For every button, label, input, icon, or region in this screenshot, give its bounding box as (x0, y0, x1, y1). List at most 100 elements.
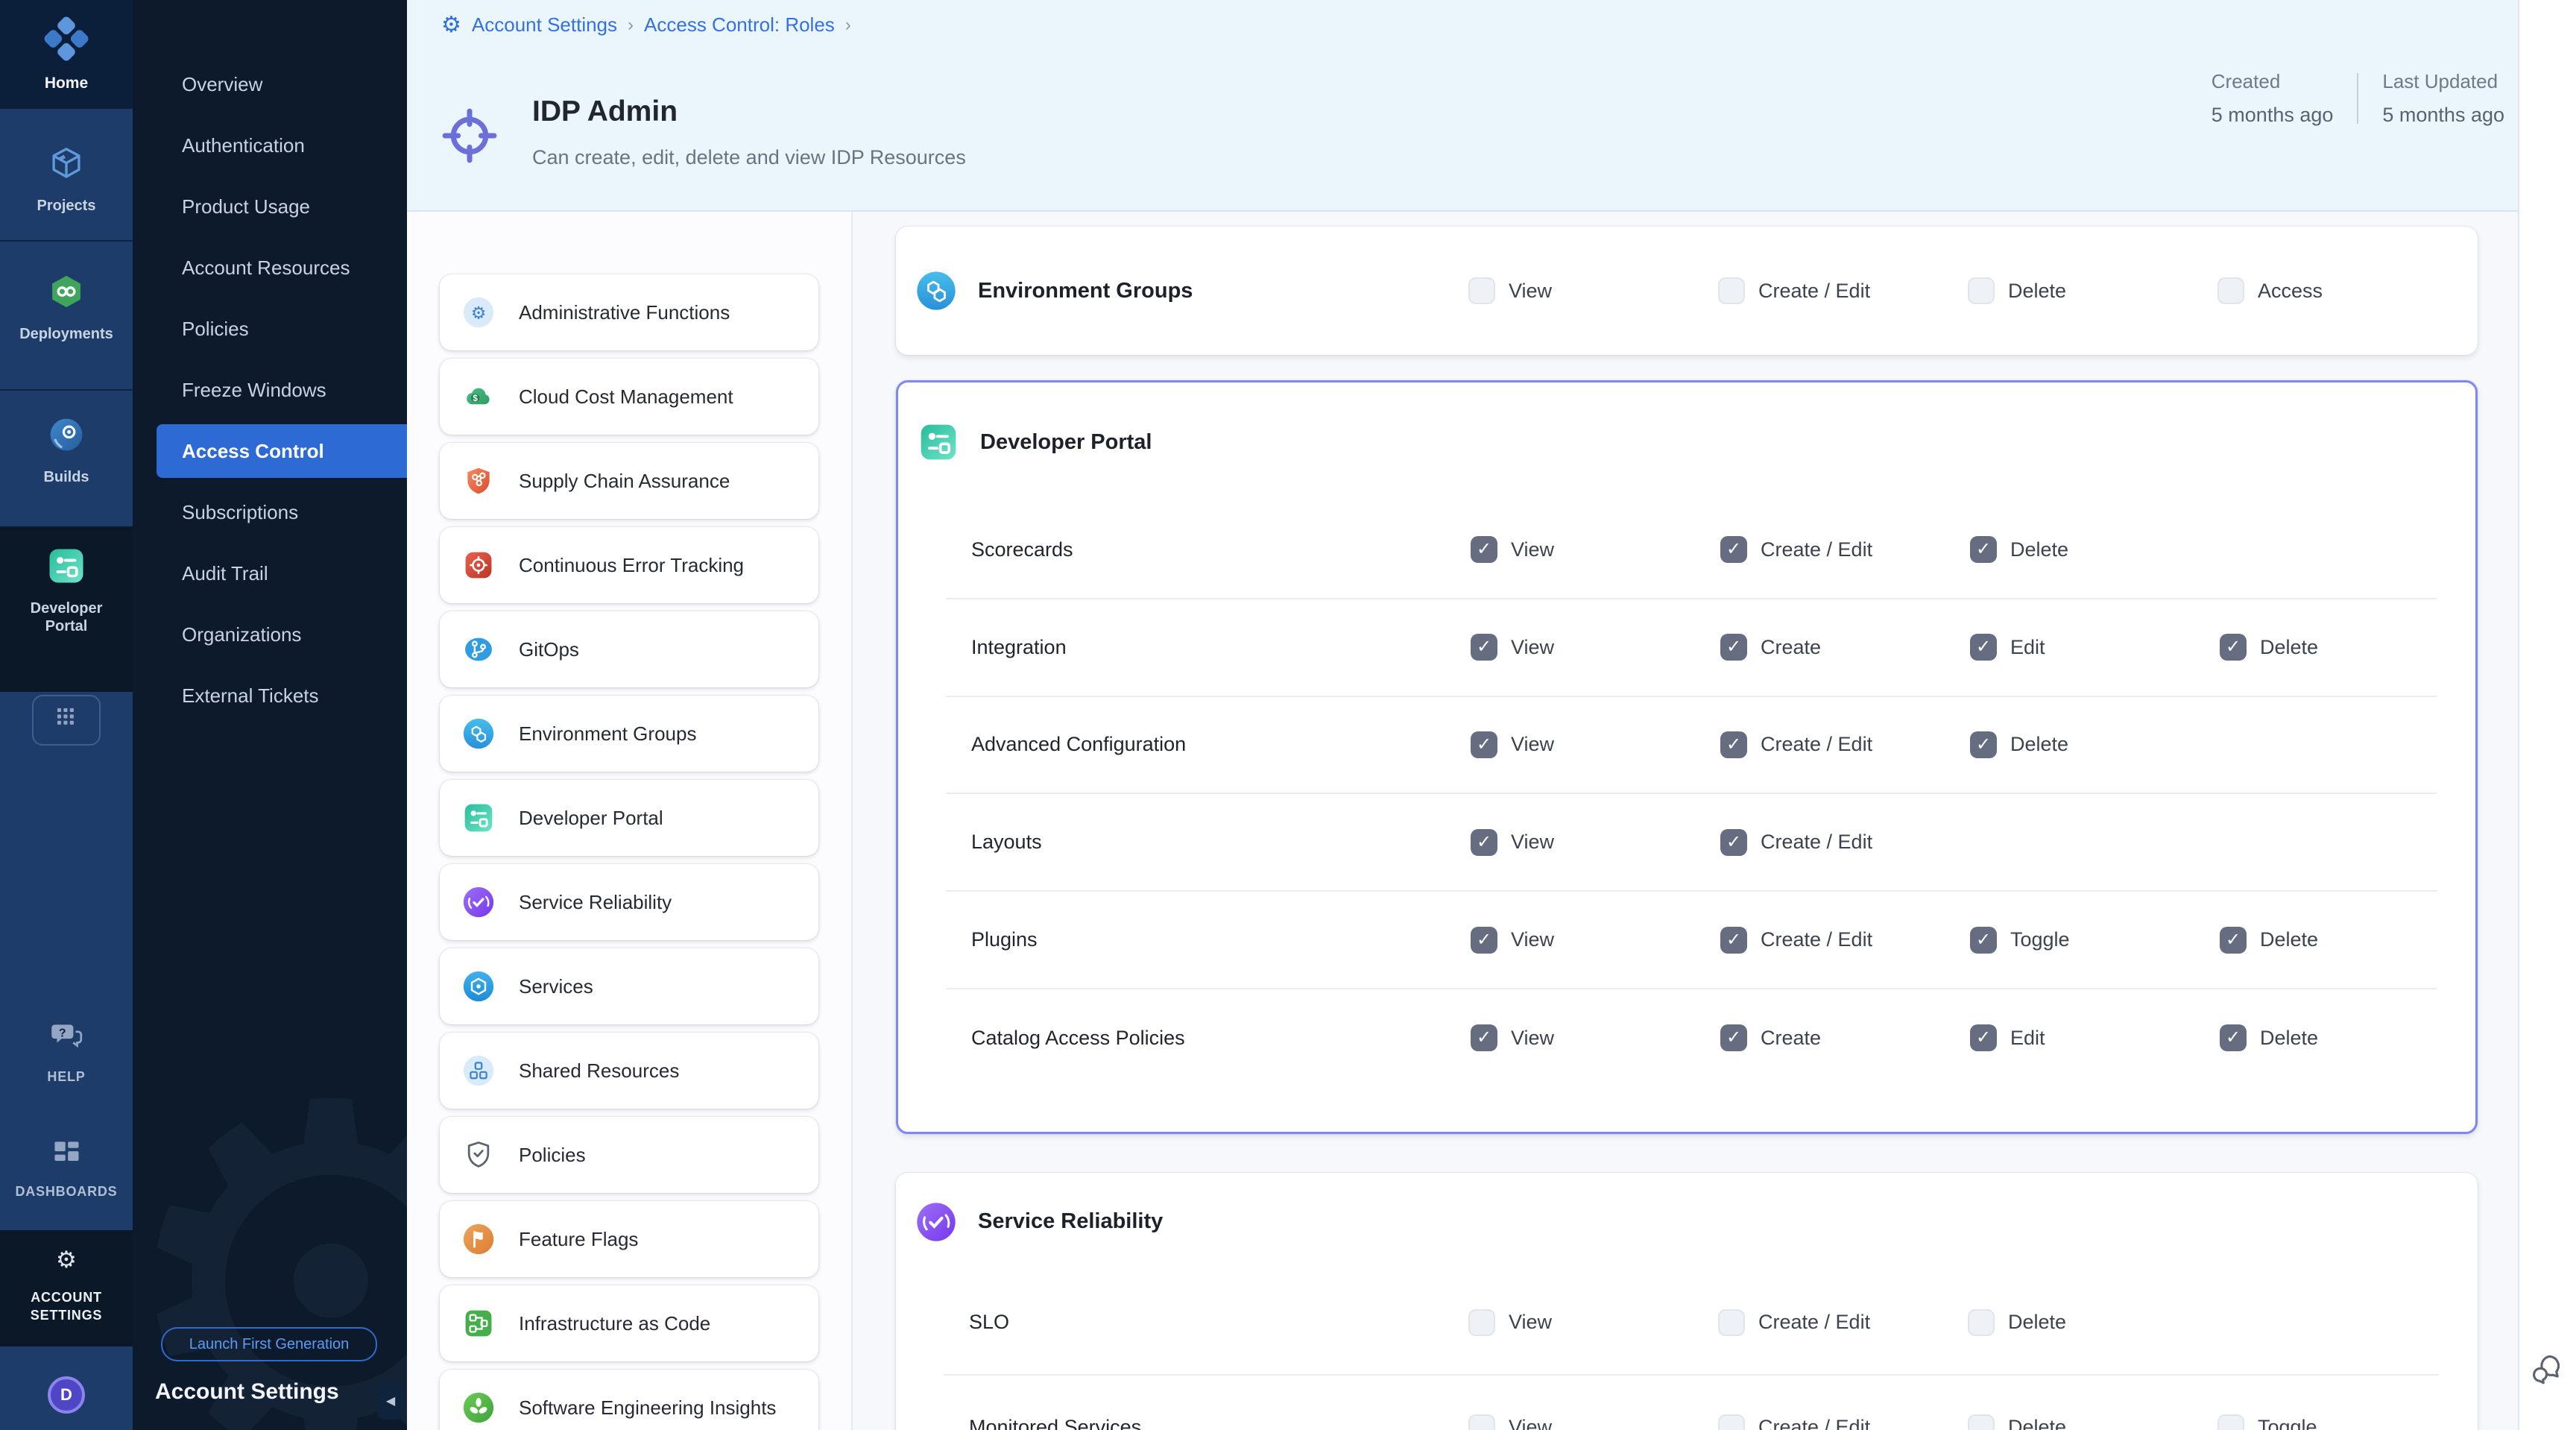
view-checkbox[interactable] (1471, 731, 1497, 758)
nav-label: ACCOUNT SETTINGS (20, 1288, 113, 1324)
nav-account-settings[interactable]: ⚙ ACCOUNT SETTINGS (0, 1242, 133, 1324)
view-checkbox[interactable] (1471, 829, 1497, 856)
checkbox-label: Create / Edit (1758, 280, 1870, 303)
checkbox-label: Delete (2260, 1027, 2318, 1050)
resource-item-feature-flags[interactable]: Feature Flags (440, 1201, 818, 1277)
create-edit-checkbox[interactable] (1720, 927, 1747, 954)
nav-module-builds[interactable]: Builds (0, 415, 133, 486)
page-header: ⚙ Account Settings › Access Control: Rol… (407, 0, 2518, 212)
delete-checkbox[interactable] (1968, 1309, 1995, 1336)
sidebar-item-access-control[interactable]: Access Control (157, 424, 407, 478)
permission-create-edit: Create / Edit (1718, 277, 1968, 304)
view-checkbox[interactable] (1468, 1414, 1495, 1430)
resource-item-environment-groups[interactable]: Environment Groups (440, 696, 818, 772)
rail-divider (0, 240, 133, 242)
permission-create-edit: Create / Edit (1718, 1309, 1968, 1336)
sidebar-collapse-button[interactable]: ◀ (377, 1382, 404, 1420)
view-checkbox[interactable] (1471, 536, 1497, 563)
sidebar-item-audit-trail[interactable]: Audit Trail (133, 543, 407, 604)
create-edit-checkbox[interactable] (1720, 731, 1747, 758)
delete-checkbox[interactable] (2220, 1024, 2247, 1051)
delete-checkbox[interactable] (1970, 536, 1997, 563)
access-checkbox[interactable] (2217, 277, 2244, 304)
nav-label: HELP (47, 1068, 85, 1086)
sidebar-item-freeze-windows[interactable]: Freeze Windows (133, 359, 407, 421)
user-avatar[interactable]: D (0, 1376, 133, 1414)
svg-text:⚙: ⚙ (56, 1247, 77, 1273)
page-subtitle: Can create, edit, delete and view IDP Re… (532, 146, 966, 169)
create-checkbox[interactable] (1720, 634, 1747, 661)
row-label: Layouts (946, 831, 1471, 854)
nav-help[interactable]: ? HELP (0, 1017, 133, 1086)
resource-item-services[interactable]: Services (440, 948, 818, 1024)
sidebar-item-policies[interactable]: Policies (133, 298, 407, 359)
resource-item-shared-resources[interactable]: Shared Resources (440, 1033, 818, 1109)
nav-module-deployments[interactable]: Deployments (0, 271, 133, 343)
resource-item-label: GitOps (519, 638, 579, 661)
sidebar-item-account-resources[interactable]: Account Resources (133, 237, 407, 298)
create-edit-checkbox[interactable] (1720, 829, 1747, 856)
create-checkbox[interactable] (1720, 1024, 1747, 1051)
view-checkbox[interactable] (1468, 1309, 1495, 1336)
sidebar-item-organizations[interactable]: Organizations (133, 604, 407, 665)
create-edit-checkbox[interactable] (1720, 536, 1747, 563)
view-checkbox[interactable] (1471, 634, 1497, 661)
resource-item-developer-portal[interactable]: Developer Portal (440, 780, 818, 856)
create-edit-checkbox[interactable] (1718, 1414, 1745, 1430)
section-title-cell: Service Reliability (915, 1201, 1468, 1243)
resource-item-service-reliability[interactable]: Service Reliability (440, 864, 818, 940)
resource-item-cloud-cost-management[interactable]: $ Cloud Cost Management (440, 359, 818, 435)
settings-nav: OverviewAuthenticationProduct UsageAccou… (133, 54, 407, 726)
resource-item-gitops[interactable]: GitOps (440, 611, 818, 687)
nav-module-projects[interactable]: Projects (0, 143, 133, 215)
edit-checkbox[interactable] (1970, 634, 1997, 661)
resource-item-infrastructure-as-code[interactable]: Infrastructure as Code (440, 1285, 818, 1361)
breadcrumb-access-control-roles[interactable]: Access Control: Roles (644, 13, 835, 37)
resource-item-software-engineering-insights[interactable]: Software Engineering Insights (440, 1370, 818, 1430)
view-checkbox[interactable] (1471, 1024, 1497, 1051)
nav-label: DASHBOARDS (15, 1182, 117, 1200)
delete-checkbox[interactable] (1970, 731, 1997, 758)
nav-module-home[interactable]: Home (0, 16, 133, 92)
create-edit-checkbox[interactable] (1718, 1309, 1745, 1336)
sidebar-item-product-usage[interactable]: Product Usage (133, 176, 407, 237)
module-grid-icon (50, 701, 83, 740)
checkbox-label: Create / Edit (1761, 538, 1872, 561)
module-picker-button[interactable] (0, 695, 133, 746)
builds-icon (46, 415, 86, 461)
view-checkbox[interactable] (1471, 927, 1497, 954)
delete-checkbox[interactable] (1968, 1414, 1995, 1430)
permission-delete: Delete (2220, 1024, 2437, 1051)
edit-checkbox[interactable] (1970, 1024, 1997, 1051)
delete-checkbox[interactable] (2220, 634, 2247, 661)
nav-dashboards[interactable]: DASHBOARDS (0, 1136, 133, 1200)
sidebar-item-authentication[interactable]: Authentication (133, 115, 407, 176)
chevron-right-icon: › (845, 15, 851, 36)
resource-item-policies[interactable]: Policies (440, 1117, 818, 1193)
nav-module-label: Deployments (19, 325, 113, 343)
toggle-checkbox[interactable] (2217, 1414, 2244, 1430)
resource-item-continuous-error-tracking[interactable]: Continuous Error Tracking (440, 527, 818, 603)
checkbox-label: View (1511, 636, 1554, 659)
permission-create-edit: Create / Edit (1718, 1414, 1968, 1430)
resource-item-supply-chain-assurance[interactable]: Supply Chain Assurance (440, 443, 818, 519)
breadcrumb-account-settings[interactable]: Account Settings (472, 13, 617, 37)
delete-checkbox[interactable] (1968, 277, 1995, 304)
create-edit-checkbox[interactable] (1718, 277, 1745, 304)
rail-divider (0, 389, 133, 391)
section-title: Developer Portal (980, 430, 1152, 455)
sidebar-item-overview[interactable]: Overview (133, 54, 407, 115)
sidebar-item-external-tickets[interactable]: External Tickets (133, 665, 407, 726)
launch-first-generation-button[interactable]: Launch First Generation (161, 1327, 377, 1361)
view-checkbox[interactable] (1468, 277, 1495, 304)
resource-item-administrative-functions[interactable]: ⚙ Administrative Functions (440, 274, 818, 350)
infrastructure-as-code-icon (462, 1307, 495, 1340)
delete-checkbox[interactable] (2220, 927, 2247, 954)
sidebar-item-subscriptions[interactable]: Subscriptions (133, 482, 407, 543)
policies-icon (462, 1138, 495, 1171)
permission-view: View (1471, 536, 1720, 563)
checkbox-label: Delete (2008, 1416, 2066, 1430)
support-chat-icon[interactable] (2528, 1349, 2566, 1387)
nav-module-developer-portal[interactable]: Developer Portal (0, 546, 133, 635)
toggle-checkbox[interactable] (1970, 927, 1997, 954)
